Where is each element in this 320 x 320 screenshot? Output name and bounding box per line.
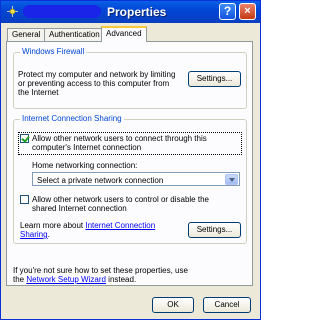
firewall-description-line1: Protect my computer and network by limit… [18, 70, 176, 79]
footer-note-line1: If you're not sure how to set these prop… [13, 266, 188, 275]
close-button[interactable]: × [239, 3, 256, 20]
tab-general[interactable]: General [7, 28, 45, 41]
ics-help-link[interactable]: Internet Connection [85, 221, 155, 230]
ics-group: Internet Connection Sharing Allow other … [13, 114, 247, 244]
learn-more-suffix: . [47, 230, 50, 239]
windows-firewall-group: Windows Firewall Protect my computer and… [13, 47, 247, 109]
network-setup-wizard-link[interactable]: Network Setup Wizard [26, 275, 106, 284]
allow-connect-label-line1[interactable]: Allow other network users to connect thr… [32, 134, 207, 143]
home-network-value: Select a private network connection [37, 176, 164, 185]
home-network-select[interactable]: Select a private network connection [32, 172, 240, 186]
firewall-description-line2: or preventing access to this computer fr… [18, 79, 170, 88]
chevron-down-icon[interactable] [225, 174, 238, 185]
windows-firewall-heading: Windows Firewall [20, 47, 87, 57]
help-button[interactable]: ? [219, 3, 236, 20]
cancel-button[interactable]: Cancel [203, 297, 251, 313]
allow-control-label-line1[interactable]: Allow other network users to control or … [32, 195, 209, 204]
ics-help-link-continued[interactable]: Sharing [20, 230, 48, 239]
allow-connect-checkbox[interactable] [20, 134, 29, 143]
footer-note-suffix: instead. [105, 275, 137, 284]
network-connection-icon [7, 6, 18, 17]
allow-connect-label-line2[interactable]: computer's Internet connection [32, 143, 141, 152]
redacted-connection-name [23, 5, 101, 18]
ics-heading: Internet Connection Sharing [20, 114, 124, 124]
allow-control-checkbox[interactable] [20, 195, 29, 204]
tab-advanced[interactable]: Advanced [101, 26, 147, 42]
footer-note-prefix: the [13, 275, 27, 284]
tab-authentication[interactable]: Authentication [44, 28, 102, 41]
learn-more-line1: Learn more about Internet Connection [20, 221, 155, 230]
ics-settings-button[interactable]: Settings... [188, 222, 241, 238]
title-bar[interactable]: Properties ? × [1, 1, 260, 23]
firewall-description-line3: the Internet [18, 88, 59, 97]
footer-note-line2: the Network Setup Wizard instead. [13, 275, 136, 284]
learn-more-line2: Sharing. [20, 230, 50, 239]
allow-control-label-line2[interactable]: shared Internet connection [32, 204, 127, 213]
ok-button[interactable]: OK [152, 297, 194, 313]
learn-more-prefix: Learn more about [20, 221, 86, 230]
firewall-settings-button[interactable]: Settings... [188, 71, 241, 87]
window-title: Properties [107, 5, 167, 19]
properties-dialog: Properties ? × General Authentication Ad… [0, 0, 261, 320]
home-network-label: Home networking connection: [32, 161, 138, 170]
advanced-tab-panel: Windows Firewall Protect my computer and… [6, 41, 253, 286]
